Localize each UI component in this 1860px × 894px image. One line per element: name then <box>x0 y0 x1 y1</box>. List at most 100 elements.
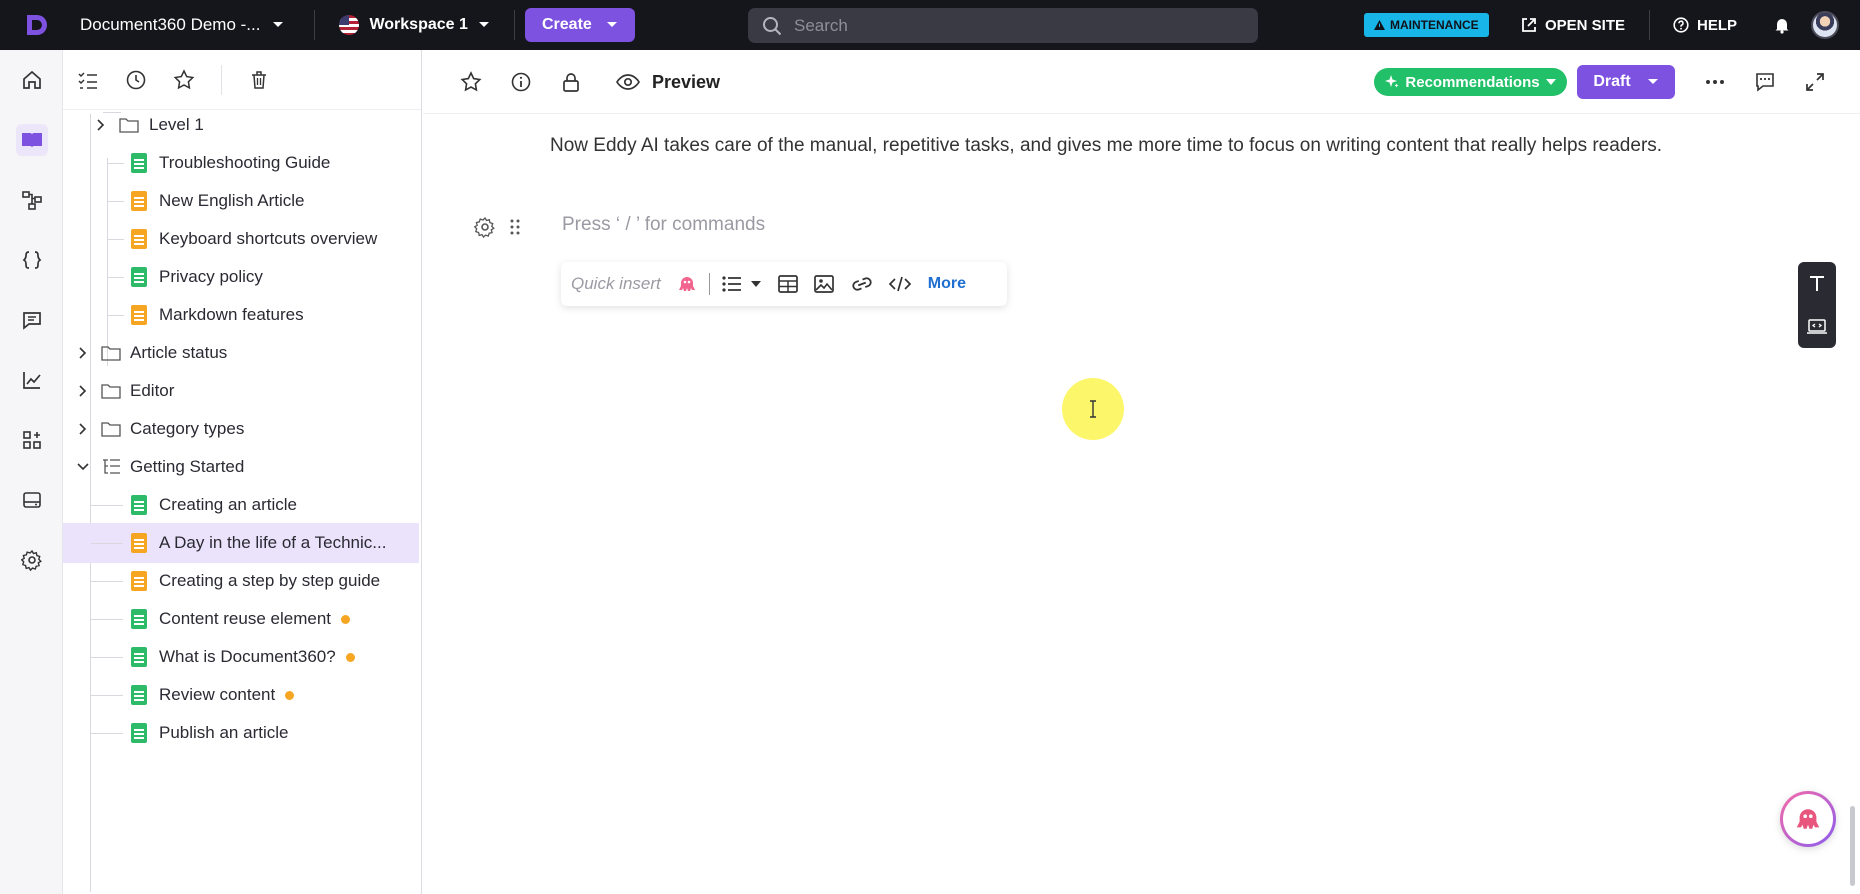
checklist-icon[interactable] <box>77 69 99 91</box>
tree-item-label: Keyboard shortcuts overview <box>159 229 378 248</box>
more-options-icon[interactable] <box>1701 68 1729 96</box>
sparkle-icon <box>1385 75 1399 88</box>
article-paragraph[interactable]: Now Eddy AI takes care of the manual, re… <box>550 131 1730 161</box>
knowledge-base-icon[interactable] <box>16 124 48 156</box>
settings-icon[interactable] <box>16 544 48 576</box>
editor-scrollbar[interactable] <box>1850 806 1855 886</box>
tree-item-category-types[interactable]: Category types <box>63 409 419 449</box>
code-icon[interactable] <box>888 272 912 296</box>
tree-item-label: New English Article <box>159 191 305 210</box>
eddy-ai-assistant-button[interactable] <box>1780 791 1836 847</box>
chevron-right-icon[interactable] <box>75 421 91 437</box>
tree-item-creating-an-article[interactable]: Creating an article <box>63 485 419 525</box>
search-input[interactable] <box>794 15 1234 36</box>
caret-down-icon[interactable] <box>748 272 764 296</box>
trash-icon[interactable] <box>248 69 270 91</box>
link-icon[interactable] <box>850 272 874 296</box>
tree-item-getting-started[interactable]: Getting Started <box>63 447 419 487</box>
chevron-down-icon[interactable] <box>75 459 91 475</box>
tree-item-markdown-features[interactable]: Markdown features <box>63 295 419 335</box>
warning-icon <box>1374 20 1385 30</box>
tree-item-label: Level 1 <box>149 115 204 134</box>
article-icon <box>131 647 147 667</box>
workflow-icon[interactable] <box>16 184 48 216</box>
project-selector[interactable]: Document360 Demo -... <box>80 15 284 35</box>
tree-item-label: Creating a step by step guide <box>159 571 381 590</box>
workspace-name: Workspace 1 <box>369 16 468 33</box>
chevron-right-icon[interactable] <box>75 345 91 361</box>
draft-status-button[interactable]: Draft <box>1577 65 1675 99</box>
preview-button[interactable]: Preview <box>616 68 720 96</box>
maintenance-badge[interactable]: MAINTENANCE <box>1364 13 1489 37</box>
table-icon[interactable] <box>776 272 800 296</box>
pending-changes-dot <box>345 652 355 662</box>
image-icon[interactable] <box>812 272 836 296</box>
tree-item-label: A Day in the life of a Technic... <box>159 533 387 552</box>
open-site-label: OPEN SITE <box>1545 16 1626 34</box>
open-site-link[interactable]: OPEN SITE <box>1521 0 1625 50</box>
recommendations-button[interactable]: Recommendations <box>1374 68 1567 96</box>
command-placeholder[interactable]: Press ‘ / ’ for commands <box>562 214 765 236</box>
article-icon <box>131 191 147 211</box>
favorite-star-icon[interactable] <box>457 68 485 96</box>
comments-icon[interactable] <box>1751 68 1779 96</box>
integrations-icon[interactable] <box>16 424 48 456</box>
chevron-right-icon[interactable] <box>93 117 109 133</box>
tree-item-publish-an-article[interactable]: Publish an article <box>63 713 419 753</box>
tree-toolbar <box>63 50 421 110</box>
help-label: HELP <box>1697 16 1738 34</box>
analytics-icon[interactable] <box>16 364 48 396</box>
tree-item-troubleshooting-guide[interactable]: Troubleshooting Guide <box>63 143 419 183</box>
tree-item-editor[interactable]: Editor <box>63 371 419 411</box>
info-icon[interactable] <box>507 68 535 96</box>
tree-item-privacy-policy[interactable]: Privacy policy <box>63 257 419 297</box>
block-settings-icon[interactable] <box>474 216 496 238</box>
chevron-down-icon <box>478 22 489 27</box>
index-category-icon <box>103 459 120 474</box>
text-cursor-icon <box>1090 400 1096 418</box>
article-icon <box>131 305 147 325</box>
fullscreen-icon[interactable] <box>1801 68 1829 96</box>
tree-item-level-1[interactable]: Level 1 <box>63 105 419 145</box>
help-link[interactable]: HELP <box>1673 0 1737 50</box>
tree-item-article-status[interactable]: Article status <box>63 333 419 373</box>
home-icon[interactable] <box>16 64 48 96</box>
tree-item-keyboard-shortcuts[interactable]: Keyboard shortcuts overview <box>63 219 419 259</box>
workspace-selector[interactable]: Workspace 1 <box>339 15 489 35</box>
text-format-icon[interactable] <box>1798 262 1836 305</box>
article-icon <box>131 571 147 591</box>
api-docs-icon[interactable] <box>16 244 48 276</box>
more-insert-options-button[interactable]: More <box>928 275 966 293</box>
lock-icon[interactable] <box>557 68 585 96</box>
article-icon <box>131 723 147 743</box>
chevron-right-icon[interactable] <box>75 383 91 399</box>
tree-item-label: What is Document360? <box>159 647 336 666</box>
create-button[interactable]: Create <box>524 8 635 42</box>
star-icon[interactable] <box>173 68 195 91</box>
tree-item-label: Category types <box>130 419 245 438</box>
quick-insert-label: Quick insert <box>571 274 661 293</box>
notifications-button[interactable] <box>1773 0 1791 50</box>
article-icon <box>131 533 147 553</box>
tree-item-review-content[interactable]: Review content <box>63 675 419 715</box>
tree-item-new-english-article[interactable]: New English Article <box>63 181 419 221</box>
tree-item-label: Review content <box>159 685 276 704</box>
tree-item-label: Creating an article <box>159 495 297 514</box>
folder-icon <box>101 422 121 437</box>
feedback-icon[interactable] <box>16 304 48 336</box>
bulleted-list-icon[interactable] <box>720 272 744 296</box>
search-icon <box>763 16 782 35</box>
drag-handle-icon[interactable] <box>508 218 522 236</box>
tree-item-step-by-step-guide[interactable]: Creating a step by step guide <box>63 561 419 601</box>
user-avatar[interactable] <box>1811 11 1839 39</box>
search-bar[interactable] <box>748 8 1258 43</box>
tree-item-label: Publish an article <box>159 723 289 742</box>
tree-item-content-reuse-element[interactable]: Content reuse element <box>63 599 419 639</box>
document360-logo-icon[interactable] <box>20 10 50 40</box>
history-icon[interactable] <box>125 69 147 91</box>
tree-item-what-is-document360[interactable]: What is Document360? <box>63 637 419 677</box>
widgets-icon[interactable] <box>16 484 48 516</box>
embed-icon[interactable] <box>1798 305 1836 348</box>
eddy-ai-icon[interactable] <box>675 272 699 296</box>
article-icon <box>131 495 147 515</box>
